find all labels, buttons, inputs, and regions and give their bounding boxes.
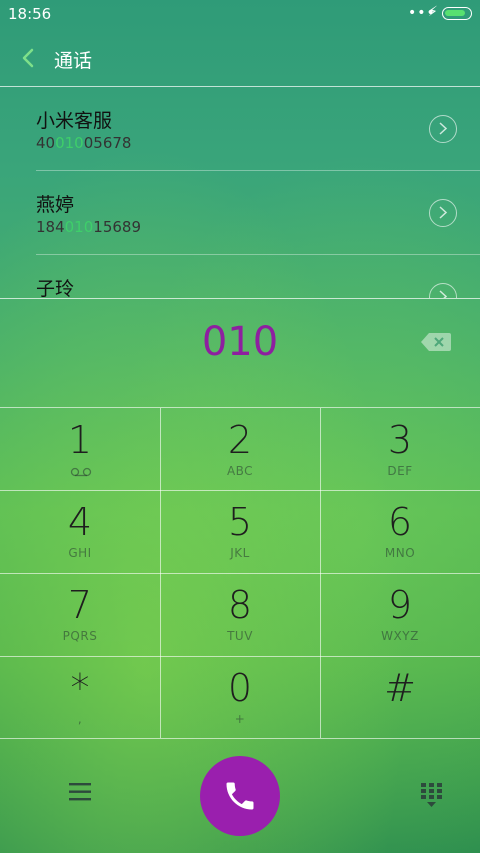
key-letters: ABC (226, 464, 254, 478)
contact-detail-button[interactable] (429, 199, 457, 227)
voicemail-icon (70, 467, 92, 477)
dialpad-icon (421, 783, 442, 807)
call-button[interactable] (200, 756, 280, 836)
key-1[interactable]: 1 (0, 408, 160, 490)
menu-button[interactable] (66, 781, 94, 803)
backspace-button[interactable] (420, 331, 452, 353)
key-2[interactable]: 2 ABC (160, 408, 320, 490)
contact-item[interactable]: 燕婷 18401015689 (0, 171, 480, 255)
key-5[interactable]: 5 JKL (160, 490, 320, 572)
back-button[interactable] (18, 44, 42, 72)
key-digit: 0 (227, 666, 253, 710)
key-letters: MNO (384, 546, 416, 560)
contact-detail-button[interactable] (429, 283, 457, 298)
key-letters: PQRS (62, 629, 98, 643)
key-digit: 4 (67, 500, 93, 544)
number-suffix: 05678 (83, 134, 132, 152)
charging-icon: ⚡ (428, 4, 438, 20)
key-digit: 8 (227, 583, 253, 627)
contact-number: 4001005678 (36, 134, 131, 152)
contact-detail-button[interactable] (429, 115, 457, 143)
key-hash[interactable]: # (320, 656, 480, 738)
menu-icon (69, 783, 91, 801)
key-8[interactable]: 8 TUV (160, 573, 320, 655)
status-time: 18:56 (8, 5, 52, 23)
contact-number: 18401015689 (36, 218, 141, 236)
number-match: 010 (55, 134, 84, 152)
phone-icon (226, 782, 254, 810)
backspace-icon (421, 333, 451, 351)
key-digit: 9 (387, 583, 413, 627)
key-digit: 2 (227, 418, 253, 462)
key-3[interactable]: 3 DEF (320, 408, 480, 490)
contact-name: 燕婷 (36, 194, 75, 216)
key-digit: 7 (67, 583, 93, 627)
key-letters: TUV (227, 629, 253, 643)
bottom-action-bar (0, 737, 480, 853)
key-digit: 5 (227, 500, 253, 544)
contact-name: 子玲 (36, 278, 75, 298)
key-digit: # (384, 666, 416, 710)
key-digit: 3 (387, 418, 413, 462)
contact-results-list: 小米客服 4001005678 燕婷 18401015689 子玲 (0, 87, 480, 298)
number-match: 010 (64, 218, 94, 236)
key-letters: WXYZ (381, 629, 419, 643)
key-digit: 6 (387, 500, 413, 544)
number-suffix: 15689 (93, 218, 141, 236)
battery-icon (442, 7, 472, 20)
contact-name: 小米客服 (36, 110, 113, 132)
key-digit: 1 (67, 418, 93, 462)
key-letters: DEF (387, 464, 413, 478)
key-9[interactable]: 9 WXYZ (320, 573, 480, 655)
key-7[interactable]: 7 PQRS (0, 573, 160, 655)
key-digit: * (70, 666, 90, 710)
chevron-right-icon (439, 122, 448, 135)
page-title: 通话 (54, 50, 93, 72)
key-letters: + (234, 712, 246, 726)
key-letters: JKL (230, 546, 250, 560)
key-star[interactable]: * , (0, 656, 160, 738)
contact-item[interactable]: 子玲 (0, 255, 480, 298)
key-4[interactable]: 4 GHI (0, 490, 160, 572)
dialed-number[interactable]: 010 (0, 319, 480, 365)
number-prefix: 184 (36, 218, 65, 236)
key-0[interactable]: 0 + (160, 656, 320, 738)
number-prefix: 40 (36, 134, 56, 152)
dial-input-area: 010 (0, 298, 480, 409)
key-6[interactable]: 6 MNO (320, 490, 480, 572)
key-letters: GHI (68, 546, 92, 560)
status-bar: 18:56 ••• ⚡ (0, 0, 480, 28)
hide-dialpad-button[interactable] (418, 781, 446, 809)
dial-keypad: 1 2 ABC 3 DEF 4 GHI 5 JKL 6 MNO 7 PQRS 8… (0, 407, 480, 739)
chevron-right-icon (439, 206, 448, 219)
chevron-right-icon (439, 290, 448, 298)
contact-item[interactable]: 小米客服 4001005678 (0, 87, 480, 171)
header: 通话 (0, 32, 480, 87)
chevron-left-icon (22, 48, 34, 68)
key-letters: , (77, 712, 83, 726)
